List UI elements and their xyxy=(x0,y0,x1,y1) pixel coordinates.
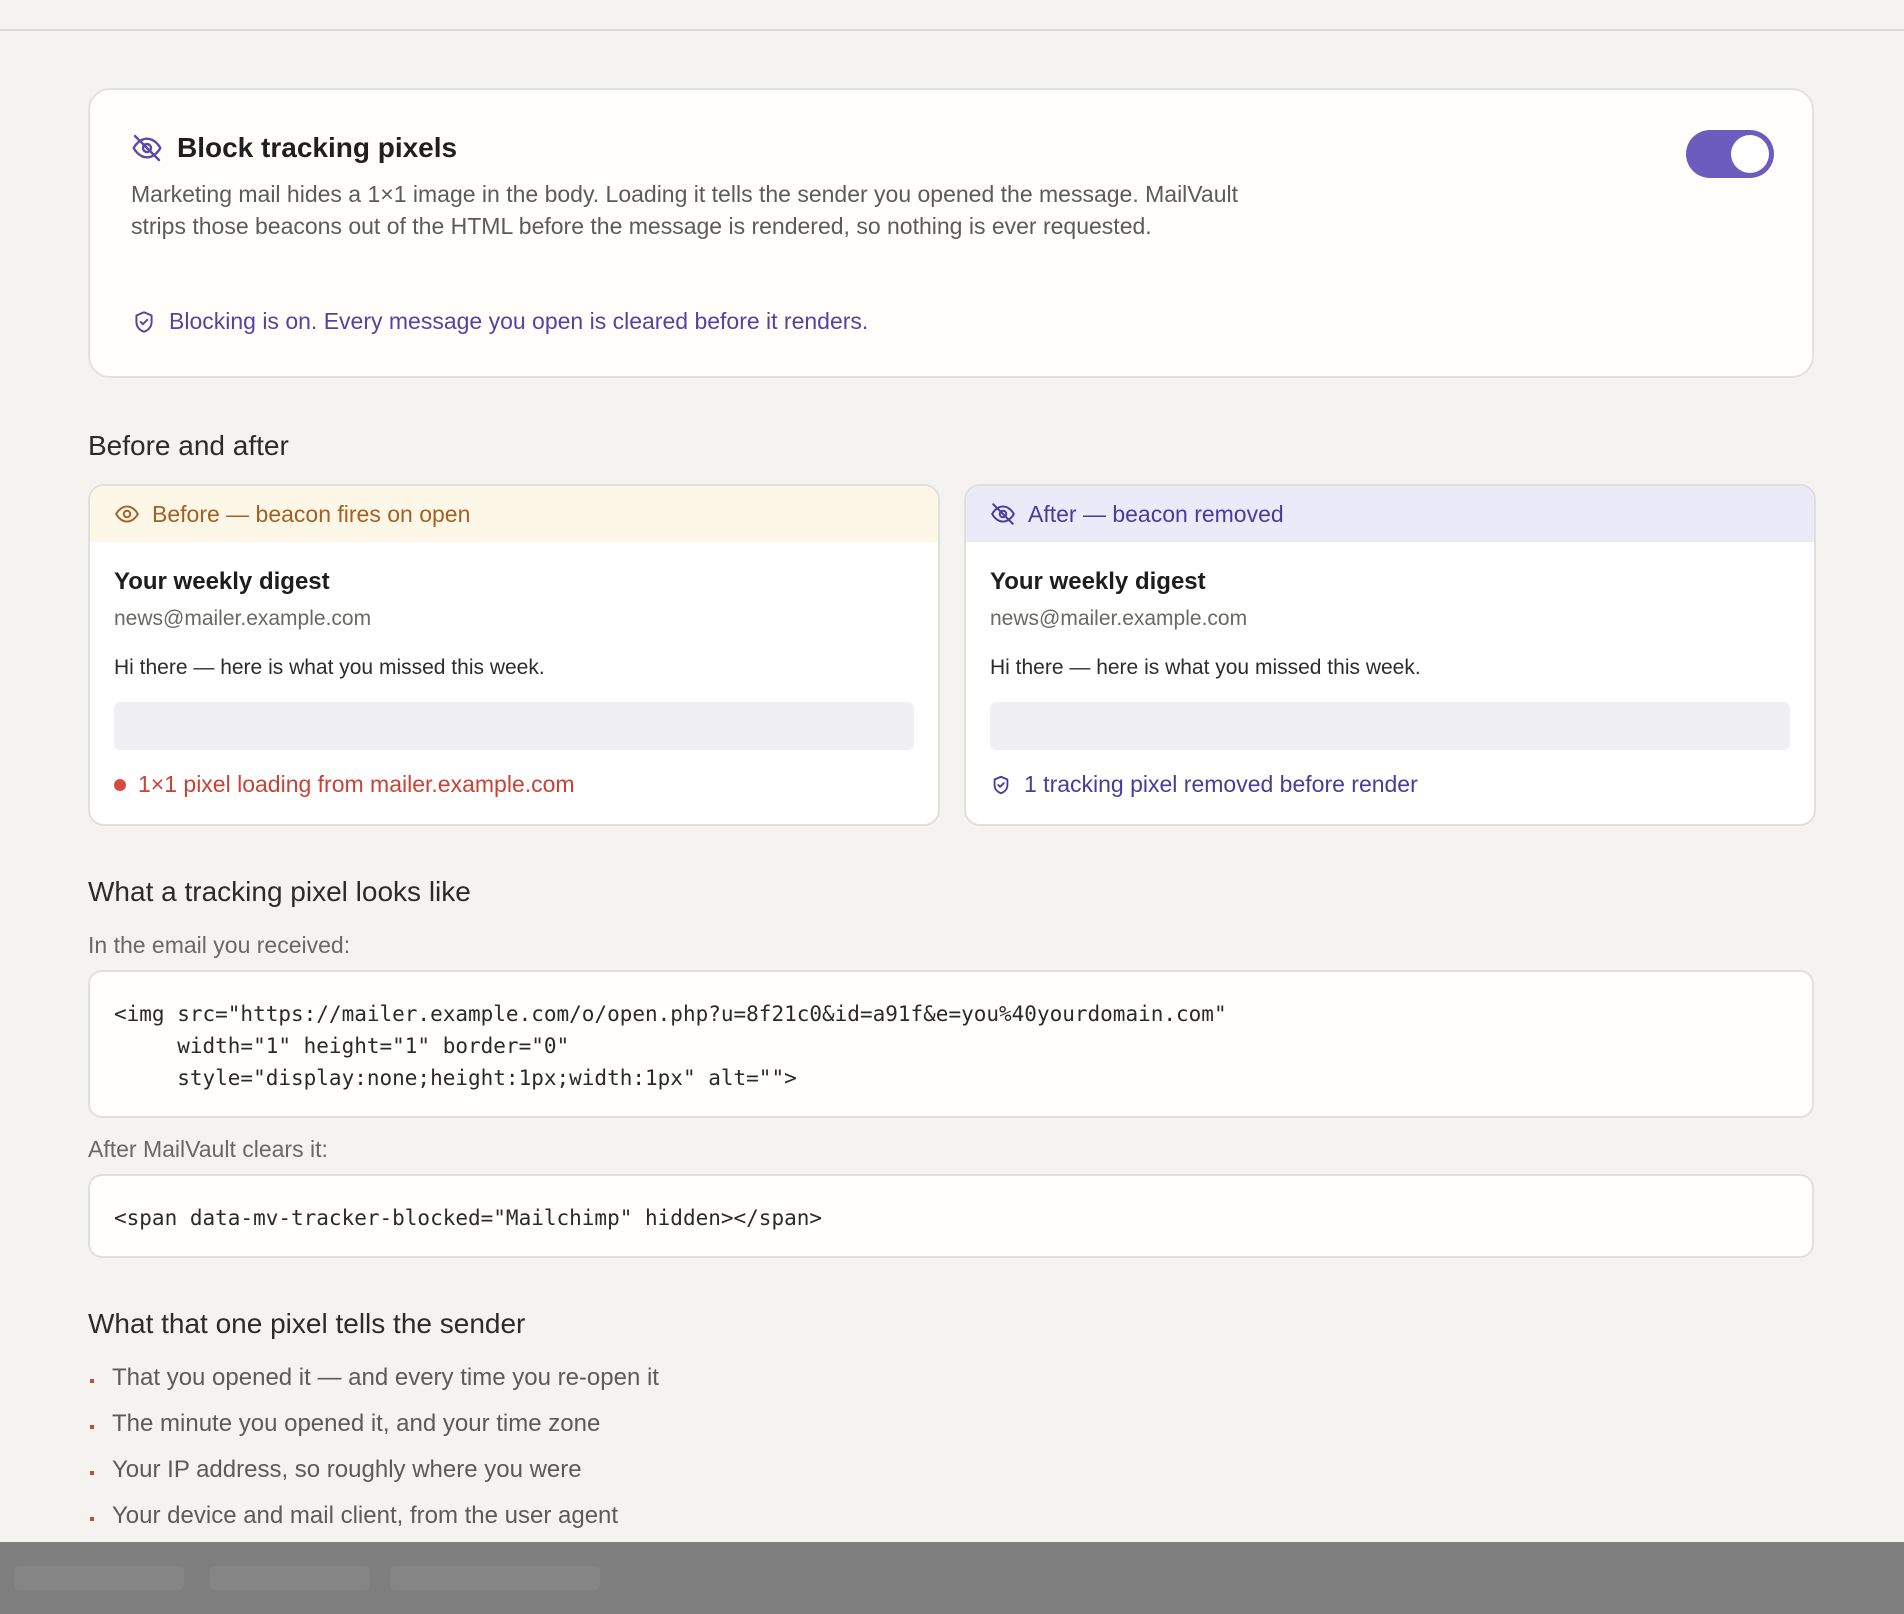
blurred-status-item xyxy=(390,1566,600,1590)
bottom-overlay-bar xyxy=(0,1542,1904,1614)
eye-off-icon xyxy=(132,134,162,162)
beacon-warning: 1×1 pixel loading from mailer.example.co… xyxy=(114,771,575,798)
beacon-warning-text: 1×1 pixel loading from mailer.example.co… xyxy=(138,771,575,797)
tells-list: That you opened it — and every time you … xyxy=(88,1358,659,1542)
blocking-status-text: Blocking is on. Every message you open i… xyxy=(169,308,869,334)
before-after-heading: Before and after xyxy=(88,430,289,461)
top-divider xyxy=(0,29,1904,31)
list-item: Your device and mail client, from the us… xyxy=(88,1496,659,1542)
block-tracking-title: Block tracking pixels xyxy=(177,132,458,163)
eye-icon xyxy=(115,505,139,523)
list-item-text: The minute you opened it, and your time … xyxy=(112,1410,601,1437)
email-body-text: Hi there — here is what you missed this … xyxy=(114,656,545,679)
after-panel: After — beacon removed Your weekly diges… xyxy=(964,484,1816,826)
bullet-marker xyxy=(90,1379,94,1383)
email-sender: news@mailer.example.com xyxy=(990,607,1248,630)
before-panel-label: Before — beacon fires on open xyxy=(152,500,471,527)
eye-off-icon xyxy=(991,503,1015,525)
toggle-knob xyxy=(1731,135,1769,173)
block-tracking-card: Block tracking pixels Marketing mail hid… xyxy=(88,88,1814,378)
list-item: That you opened it — and every time you … xyxy=(88,1358,659,1404)
blurred-status-item xyxy=(14,1566,184,1590)
list-item: Your IP address, so roughly where you we… xyxy=(88,1450,659,1496)
received-caption: In the email you received: xyxy=(88,932,351,958)
cleared-code-block: <span data-mv-tracker-blocked="Mailchimp… xyxy=(88,1174,1814,1258)
list-item-text: Your IP address, so roughly where you we… xyxy=(112,1456,582,1483)
block-tracking-toggle[interactable] xyxy=(1686,130,1774,178)
list-item: The minute you opened it, and your time … xyxy=(88,1404,659,1450)
list-item-text: Your device and mail client, from the us… xyxy=(112,1502,619,1529)
shield-check-icon xyxy=(993,775,1009,794)
beacon-removed-text: 1 tracking pixel removed before render xyxy=(1024,771,1418,797)
pixel-example-heading: What a tracking pixel looks like xyxy=(88,876,471,907)
shield-check-icon xyxy=(135,310,153,333)
email-subject: Your weekly digest xyxy=(990,568,1206,595)
bullet-marker xyxy=(90,1471,94,1475)
email-content-placeholder xyxy=(114,702,914,750)
red-dot-icon xyxy=(114,778,126,791)
beacon-removed-note: 1 tracking pixel removed before render xyxy=(990,771,1418,798)
email-sender: news@mailer.example.com xyxy=(114,607,372,630)
before-panel: Before — beacon fires on open Your weekl… xyxy=(88,484,940,826)
blocking-status: Blocking is on. Every message you open i… xyxy=(131,308,868,335)
after-panel-label: After — beacon removed xyxy=(1028,500,1284,527)
received-code-block: <img src="https://mailer.example.com/o/o… xyxy=(88,970,1814,1118)
block-tracking-header: Block tracking pixels xyxy=(131,132,457,164)
email-body-text: Hi there — here is what you missed this … xyxy=(990,656,1421,679)
after-panel-header: After — beacon removed xyxy=(966,486,1814,542)
bullet-marker xyxy=(90,1517,94,1521)
cleared-caption: After MailVault clears it: xyxy=(88,1136,328,1162)
list-item-text: That you opened it — and every time you … xyxy=(112,1364,659,1391)
tells-heading: What that one pixel tells the sender xyxy=(88,1308,526,1339)
email-subject: Your weekly digest xyxy=(114,568,330,595)
bullet-marker xyxy=(90,1425,94,1429)
blurred-status-item xyxy=(210,1566,370,1590)
before-panel-header: Before — beacon fires on open xyxy=(90,486,938,542)
email-content-placeholder xyxy=(990,702,1790,750)
block-tracking-description: Marketing mail hides a 1×1 image in the … xyxy=(131,181,1239,239)
